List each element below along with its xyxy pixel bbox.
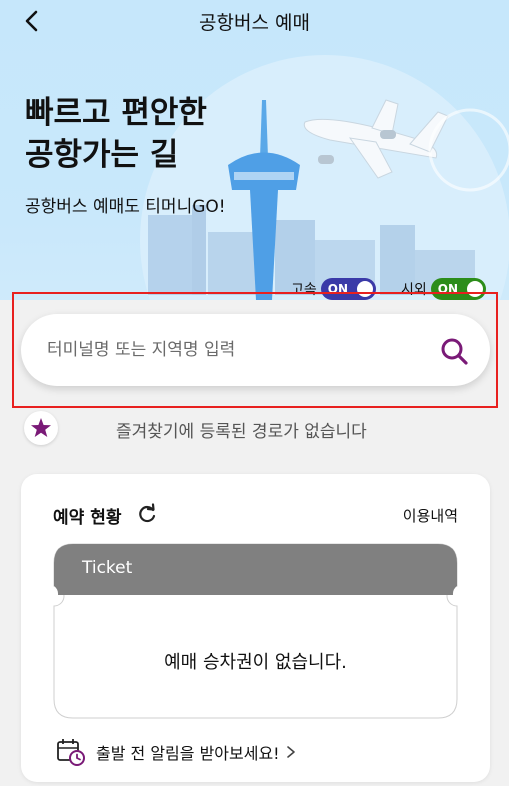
hero-title: 빠르고 편안한 공항가는 길 [25,92,207,176]
ticket-label: Ticket [82,558,133,578]
highlight-box [12,292,498,408]
page-title: 공항버스 예매 [199,12,310,34]
calendar-clock-icon [57,739,85,766]
reservation-title: 예약 현황 [53,508,122,528]
departure-alarm-text: 출발 전 알림을 받아보세요! [96,744,280,763]
ticket-empty-text: 예매 승차권이 없습니다. [164,652,347,673]
hero-subtitle: 공항버스 예매도 티머니GO! [25,197,226,217]
departure-alarm-link[interactable]: 출발 전 알림을 받아보세요! [56,736,298,768]
top-bar: 공항버스 예매 [0,0,509,42]
history-link[interactable]: 이용내역 [403,505,458,526]
star-icon [31,418,51,437]
chevron-right-icon [286,746,295,758]
hero-title-line2: 공항가는 길 [25,137,179,173]
hero-title-line1: 빠르고 편안한 [25,95,207,131]
favorites-empty-text: 즐겨찾기에 등록된 경로가 없습니다 [116,422,367,442]
refresh-icon [139,503,156,523]
favorites-row: 즐겨찾기에 등록된 경로가 없습니다 [24,411,494,445]
ticket: Ticket 예매 승차권이 없습니다. [53,543,458,719]
refresh-button[interactable] [136,503,158,525]
favorites-button[interactable] [24,411,58,445]
reservation-card: 예약 현황 이용내역 Ticket 예매 승차권이 없습니다. 출발 전 알림을… [21,474,490,782]
